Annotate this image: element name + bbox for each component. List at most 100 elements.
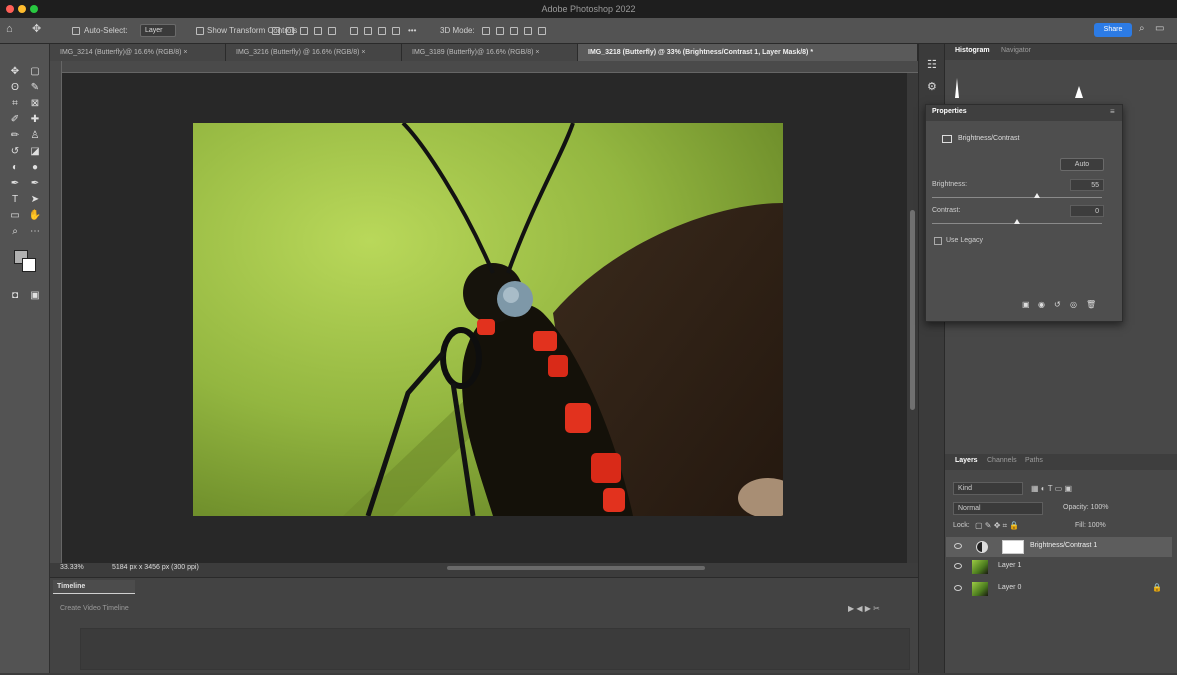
healing-brush-tool-icon[interactable]: ✚: [28, 114, 42, 126]
layer-filter-icons[interactable]: ▦ ◐ T ▭ ▣: [1031, 484, 1072, 493]
create-video-timeline-button[interactable]: Create Video Timeline: [60, 603, 130, 615]
share-button[interactable]: Share: [1094, 23, 1132, 37]
vertical-scrollbar-thumb[interactable]: [910, 210, 915, 410]
more-tools-icon[interactable]: ⋯: [28, 226, 42, 238]
path-selection-tool-icon[interactable]: ➤: [28, 194, 42, 206]
contrast-label: Contrast:: [932, 207, 961, 214]
auto-select-checkbox[interactable]: [72, 27, 80, 35]
pen-tool-icon[interactable]: ✒: [28, 178, 42, 190]
clone-stamp-tool-icon[interactable]: ♙: [28, 130, 42, 142]
search-icon[interactable]: ⌕: [1139, 23, 1145, 35]
align-left-icon[interactable]: [272, 27, 280, 35]
brush-tool-icon[interactable]: ✏: [8, 130, 22, 142]
properties-header[interactable]: Properties ≡: [926, 105, 1122, 121]
horizontal-scrollbar-thumb[interactable]: [447, 566, 705, 570]
align-middle-icon[interactable]: [328, 27, 336, 35]
lock-icons[interactable]: ▢ ✎ ✥ ⌗ 🔒: [975, 521, 1019, 531]
layer-filter-kind[interactable]: Kind: [953, 482, 1023, 495]
scale-3d-icon[interactable]: [538, 27, 546, 35]
visibility-icon[interactable]: ◎: [1070, 300, 1077, 309]
tab-channels[interactable]: Channels: [987, 454, 1017, 468]
tab-paths[interactable]: Paths: [1025, 454, 1043, 468]
document-tab-active[interactable]: IMG_3218 (Butterfly) @ 33% (Brightness/C…: [578, 44, 918, 61]
quick-mask-icon[interactable]: ◘: [8, 290, 22, 302]
zoom-tool-icon[interactable]: ⌕: [8, 226, 22, 238]
panel-menu-icon[interactable]: ≡: [1110, 107, 1115, 116]
lasso-tool-icon[interactable]: ʘ: [8, 82, 22, 94]
document-tab[interactable]: IMG_3189 (Butterfly)@ 16.6% (RGB/8) ×: [402, 44, 578, 61]
brightness-slider-track[interactable]: [932, 197, 1102, 198]
contrast-slider-knob[interactable]: [1014, 219, 1020, 224]
distribute-left-icon[interactable]: [350, 27, 358, 35]
auto-button[interactable]: Auto: [1060, 158, 1104, 171]
layer-name[interactable]: Layer 1: [998, 562, 1021, 569]
screen-mode-icon[interactable]: ▣: [28, 290, 42, 302]
distribute-right-icon[interactable]: [378, 27, 386, 35]
visibility-eye-icon[interactable]: [954, 563, 962, 569]
distribute-top-icon[interactable]: [392, 27, 400, 35]
slide-3d-icon[interactable]: [524, 27, 532, 35]
dodge-tool-icon[interactable]: ✒: [8, 178, 22, 190]
auto-select-dropdown[interactable]: Layer: [140, 24, 176, 37]
rectangle-tool-icon[interactable]: ▭: [8, 210, 22, 222]
contrast-value-field[interactable]: 0: [1070, 205, 1104, 217]
tab-histogram[interactable]: Histogram: [955, 44, 990, 58]
crop-tool-icon[interactable]: ⌗: [8, 98, 22, 110]
more-options-icon[interactable]: •••: [408, 25, 416, 37]
timeline-tab[interactable]: Timeline: [53, 580, 135, 594]
tab-layers[interactable]: Layers: [955, 454, 978, 468]
move-tool-preset-icon[interactable]: ✥: [32, 23, 41, 35]
align-center-icon[interactable]: [286, 27, 294, 35]
clip-to-layer-icon[interactable]: ▣: [1022, 300, 1030, 309]
history-panel-icon[interactable]: ☷: [927, 58, 937, 71]
artboard-tool-icon[interactable]: ▢: [28, 66, 42, 78]
background-color-swatch[interactable]: [22, 258, 36, 272]
tab-navigator[interactable]: Navigator: [1001, 44, 1031, 58]
workspace-icon[interactable]: ▭: [1155, 23, 1164, 35]
history-brush-tool-icon[interactable]: ↺: [8, 146, 22, 158]
vertical-ruler[interactable]: [50, 61, 62, 563]
quick-select-tool-icon[interactable]: ✎: [28, 82, 42, 94]
eyedropper-tool-icon[interactable]: ✐: [8, 114, 22, 126]
frame-tool-icon[interactable]: ⊠: [28, 98, 42, 110]
brightness-slider-knob[interactable]: [1034, 193, 1041, 198]
delete-icon[interactable]: 🗑: [1086, 300, 1096, 309]
align-top-icon[interactable]: [314, 27, 322, 35]
orbit-3d-icon[interactable]: [482, 27, 490, 35]
drag-3d-icon[interactable]: [510, 27, 518, 35]
layer-row-layer-0[interactable]: Layer 0 🔒: [946, 579, 1172, 599]
blend-mode-dropdown[interactable]: Normal: [953, 502, 1043, 515]
layer-row-layer-1[interactable]: Layer 1: [946, 557, 1172, 577]
layer-row-brightness-contrast[interactable]: Brightness/Contrast 1: [946, 537, 1172, 557]
brightness-value-field[interactable]: 55: [1070, 179, 1104, 191]
reset-icon[interactable]: ↺: [1054, 300, 1061, 309]
layer-name[interactable]: Brightness/Contrast 1: [1030, 542, 1097, 549]
adjustments-panel-icon[interactable]: ⚙: [927, 80, 937, 93]
hand-tool-icon[interactable]: ✋: [28, 210, 42, 222]
align-right-icon[interactable]: [300, 27, 308, 35]
visibility-eye-icon[interactable]: [954, 543, 962, 549]
transform-controls-checkbox[interactable]: [196, 27, 204, 35]
fill-field[interactable]: Fill: 100%: [1075, 522, 1106, 529]
type-tool-icon[interactable]: T: [8, 194, 22, 206]
gradient-tool-icon[interactable]: ◐: [8, 162, 22, 174]
home-icon[interactable]: ⌂: [6, 23, 13, 35]
layer-name[interactable]: Layer 0: [998, 584, 1021, 591]
timeline-track-area[interactable]: [80, 628, 910, 670]
distribute-center-icon[interactable]: [364, 27, 372, 35]
timeline-play-icon[interactable]: ▶ ◀ ▶ ✂: [848, 604, 880, 613]
blur-tool-icon[interactable]: ●: [28, 162, 42, 174]
document-tab[interactable]: IMG_3214 (Butterfly)@ 16.6% (RGB/8) ×: [50, 44, 226, 61]
visibility-eye-icon[interactable]: [954, 585, 962, 591]
opacity-field[interactable]: Opacity: 100%: [1063, 504, 1109, 511]
roll-3d-icon[interactable]: [496, 27, 504, 35]
document-tab[interactable]: IMG_3216 (Butterfly) @ 16.6% (RGB/8) ×: [226, 44, 402, 61]
butterfly-photo[interactable]: [193, 123, 783, 516]
view-previous-icon[interactable]: ◉: [1038, 300, 1045, 309]
eraser-tool-icon[interactable]: ◪: [28, 146, 42, 158]
use-legacy-checkbox[interactable]: [934, 237, 942, 245]
layer-mask-thumbnail[interactable]: [1002, 540, 1024, 554]
horizontal-ruler[interactable]: [62, 61, 918, 73]
move-tool-icon[interactable]: ✥: [8, 66, 22, 78]
zoom-level[interactable]: 33.33%: [60, 564, 84, 571]
